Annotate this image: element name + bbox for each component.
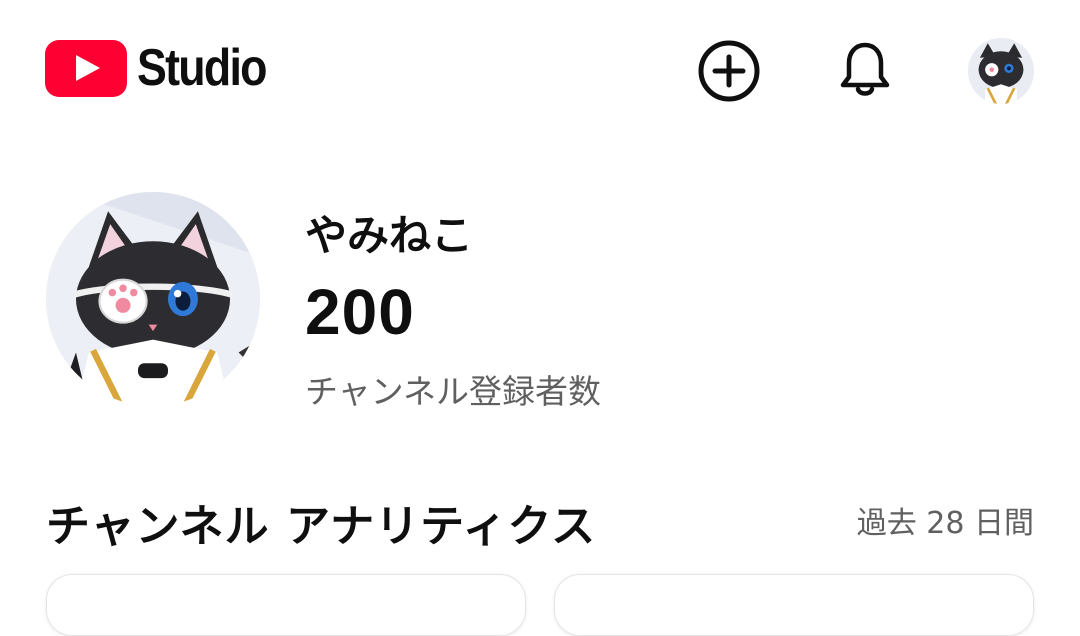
create-icon — [698, 40, 760, 102]
youtube-studio-logo[interactable]: Studio — [45, 40, 287, 97]
subscriber-count: 200 — [305, 276, 415, 348]
analytics-card-2[interactable] — [554, 574, 1034, 636]
analytics-section-title: チャンネル アナリティクス — [46, 501, 597, 552]
notifications-button[interactable] — [830, 36, 900, 106]
cat-avatar-icon — [968, 38, 1034, 104]
top-app-bar: Studio — [0, 0, 1080, 140]
create-button[interactable] — [694, 36, 764, 106]
logo-text: Studio — [137, 39, 268, 97]
channel-name: やみねこ — [305, 211, 474, 260]
youtube-logo-icon — [45, 40, 127, 97]
channel-avatar[interactable] — [46, 192, 260, 406]
subscriber-label: チャンネル登録者数 — [305, 372, 602, 411]
account-avatar[interactable] — [968, 38, 1034, 104]
channel-summary: やみねこ 200 チャンネル登録者数 — [0, 180, 1080, 420]
analytics-card-1[interactable] — [46, 574, 526, 636]
bell-icon — [840, 42, 890, 96]
analytics-period: 過去 28 日間 — [856, 506, 1034, 541]
cat-avatar-icon — [46, 192, 260, 406]
